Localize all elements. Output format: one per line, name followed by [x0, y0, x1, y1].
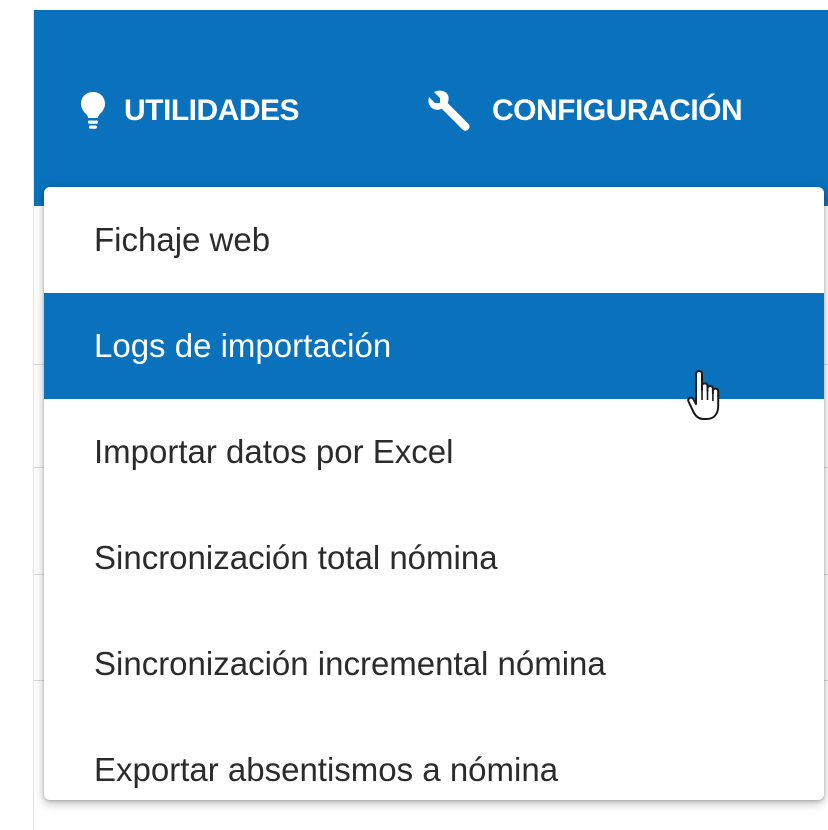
menu-item-exportar-absentismos[interactable]: Exportar absentismos a nómina	[44, 717, 824, 800]
nav-configuracion-label: CONFIGURACIÓN	[492, 94, 743, 127]
menu-item-label: Importar datos por Excel	[94, 433, 454, 470]
menu-item-sincronizacion-incremental[interactable]: Sincronización incremental nómina	[44, 611, 824, 717]
menu-item-label: Sincronización incremental nómina	[94, 645, 606, 682]
wrench-icon	[426, 90, 474, 132]
menu-item-fichaje-web[interactable]: Fichaje web	[44, 187, 824, 293]
menu-item-label: Logs de importación	[94, 327, 392, 364]
top-navbar: UTILIDADES CONFIGURACIÓN	[34, 10, 828, 206]
utilidades-dropdown-menu: Fichaje web Logs de importación Importar…	[44, 187, 824, 800]
nav-configuracion[interactable]: CONFIGURACIÓN	[426, 88, 743, 134]
nav-utilidades[interactable]: UTILIDADES	[80, 88, 300, 134]
menu-item-label: Exportar absentismos a nómina	[94, 751, 559, 788]
nav-utilidades-label: UTILIDADES	[124, 94, 300, 127]
lightbulb-icon	[80, 91, 106, 131]
menu-item-sincronizacion-total[interactable]: Sincronización total nómina	[44, 505, 824, 611]
menu-item-label: Sincronización total nómina	[94, 539, 498, 576]
hand-pointer-icon	[684, 370, 724, 430]
page-background	[0, 0, 32, 830]
menu-item-label: Fichaje web	[94, 221, 271, 258]
